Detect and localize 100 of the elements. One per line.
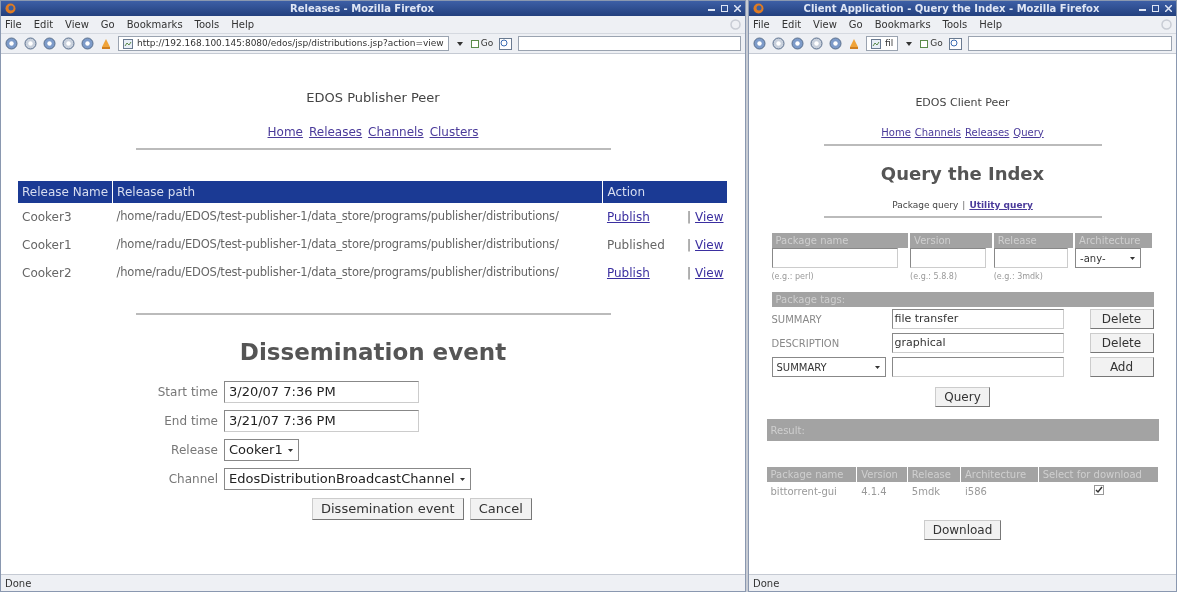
menu-item[interactable]: Tools (194, 17, 220, 32)
tag-value-field[interactable]: graphical (891, 333, 1064, 353)
menu-item[interactable]: Bookmarks (126, 17, 183, 32)
nav-link[interactable]: Releases (965, 124, 1010, 140)
column-header: Action (602, 180, 728, 203)
search-field[interactable] (518, 36, 741, 51)
hint-text: (e.g.: 3mdk) (993, 271, 1044, 283)
column-header: Release Name (18, 180, 113, 203)
query-button[interactable]: Query (935, 387, 990, 407)
release-field[interactable] (993, 248, 1068, 268)
separator: | (686, 265, 691, 280)
action-link[interactable]: View (695, 265, 724, 280)
menu-item[interactable]: View (65, 17, 89, 32)
status-text: Done (753, 576, 780, 591)
maximize-icon[interactable] (1152, 5, 1159, 12)
menu-item[interactable]: Go (100, 17, 115, 32)
tag-select[interactable]: SUMMARY (771, 357, 886, 377)
version-field[interactable] (910, 248, 987, 268)
nav-link[interactable]: Channels (368, 122, 424, 141)
table-cell-text: /home/radu/EDOS/test-publisher-1/data_store/programs/publisher/distributions/ (115, 235, 560, 253)
close-icon[interactable] (1165, 5, 1172, 12)
menu-item[interactable]: File (753, 17, 770, 32)
stop-icon[interactable] (810, 37, 823, 50)
table-cell-text: Cooker1 (21, 236, 73, 254)
nav-link[interactable]: Home (881, 124, 911, 140)
menu-item[interactable]: Help (979, 17, 1003, 32)
hint-text: (e.g.: perl) (771, 271, 815, 283)
table-cell-text: /home/radu/EDOS/test-publisher-1/data_store/programs/publisher/distributions/ (115, 263, 560, 281)
text-field[interactable]: 3/20/07 7:36 PM (224, 381, 419, 403)
column-header: Release path (112, 180, 603, 203)
delete-button[interactable]: Delete (1089, 309, 1154, 329)
page-heading: EDOS Publisher Peer (306, 89, 440, 107)
download-button[interactable]: Download (923, 520, 1002, 540)
hint-text: (e.g.: 5.8.8) (910, 271, 959, 283)
reload-icon[interactable] (43, 37, 56, 50)
menu-item[interactable]: Help (231, 17, 255, 32)
delete-button[interactable]: Delete (1089, 333, 1154, 353)
firefox-icon (5, 3, 16, 14)
add-button[interactable]: Add (1089, 357, 1154, 377)
menu-item[interactable]: Go (848, 17, 863, 32)
page-icon (123, 38, 133, 49)
go-icon (920, 39, 929, 48)
action-link[interactable]: View (695, 237, 724, 252)
menu-item[interactable]: Tools (942, 17, 968, 32)
download-checkbox[interactable] (1093, 484, 1104, 495)
submit-button[interactable]: Dissemination event (312, 498, 464, 520)
status-label: Published (606, 237, 665, 252)
action-link[interactable]: Publish (606, 209, 650, 224)
select-field[interactable]: EdosDistributionBroadcastChannel (224, 468, 471, 490)
table-cell-text: i586 (964, 484, 988, 499)
search-field[interactable] (967, 36, 1172, 51)
search-engine-icon[interactable] (499, 37, 513, 50)
menu-item[interactable]: Edit (33, 17, 54, 32)
separator: | (962, 198, 966, 212)
table-cell: Cooker3 (18, 202, 113, 231)
reload-icon[interactable] (791, 37, 804, 50)
back-icon[interactable] (753, 37, 766, 50)
query-tab[interactable]: Utility query (969, 198, 1033, 212)
select-field[interactable]: Cooker1 (224, 439, 299, 461)
menu-item[interactable]: Bookmarks (874, 17, 931, 32)
nav-link[interactable]: Query (1013, 124, 1044, 140)
back-icon[interactable] (5, 37, 18, 50)
address-field[interactable]: http://192.168.100.145:8080/edos/jsp/distributions.jsp?action=view (118, 36, 449, 51)
cancel-button[interactable]: Cancel (469, 498, 532, 520)
home-icon[interactable] (81, 37, 94, 50)
page-icon (871, 38, 881, 49)
separator: | (686, 209, 691, 224)
stop-icon[interactable] (62, 37, 75, 50)
address-field[interactable]: fil (866, 36, 899, 51)
field-label: Channel (167, 471, 219, 488)
action-link[interactable]: View (695, 209, 724, 224)
go-button[interactable]: Go (470, 36, 494, 51)
home-icon[interactable] (829, 37, 842, 50)
close-icon[interactable] (734, 5, 741, 12)
nav-link[interactable]: Clusters (429, 122, 479, 141)
go-button[interactable]: Go (920, 36, 943, 51)
table-cell-text: 5mdk (910, 484, 942, 499)
query-tab[interactable]: Package query (892, 198, 959, 212)
field-label: Start time (156, 384, 219, 401)
status-text: Done (5, 576, 32, 591)
action-link[interactable]: Publish (606, 265, 650, 280)
forward-icon[interactable] (772, 37, 785, 50)
field-label: Release (170, 442, 219, 459)
window-title: Client Application - Query the Index - Mozilla Firefox (802, 2, 1101, 16)
text-field[interactable]: 3/21/07 7:36 PM (224, 410, 419, 432)
menu-item[interactable]: File (5, 17, 22, 32)
menu-item[interactable]: View (813, 17, 837, 32)
menu-item[interactable]: Edit (781, 17, 802, 32)
nav-link[interactable]: Releases (308, 122, 363, 141)
tag-value-field[interactable] (891, 357, 1064, 377)
forward-icon[interactable] (24, 37, 37, 50)
maximize-icon[interactable] (721, 5, 728, 12)
nav-link[interactable]: Home (267, 122, 303, 141)
search-engine-icon[interactable] (948, 37, 962, 50)
table-cell-text: bittorrent-gui (769, 484, 838, 499)
tag-value-field[interactable]: file transfer (891, 309, 1064, 329)
nav-link[interactable]: Channels (914, 124, 962, 140)
field-label: End time (163, 413, 219, 430)
package-name-field[interactable] (771, 248, 898, 268)
architecture-select[interactable]: -any- (1075, 248, 1142, 268)
